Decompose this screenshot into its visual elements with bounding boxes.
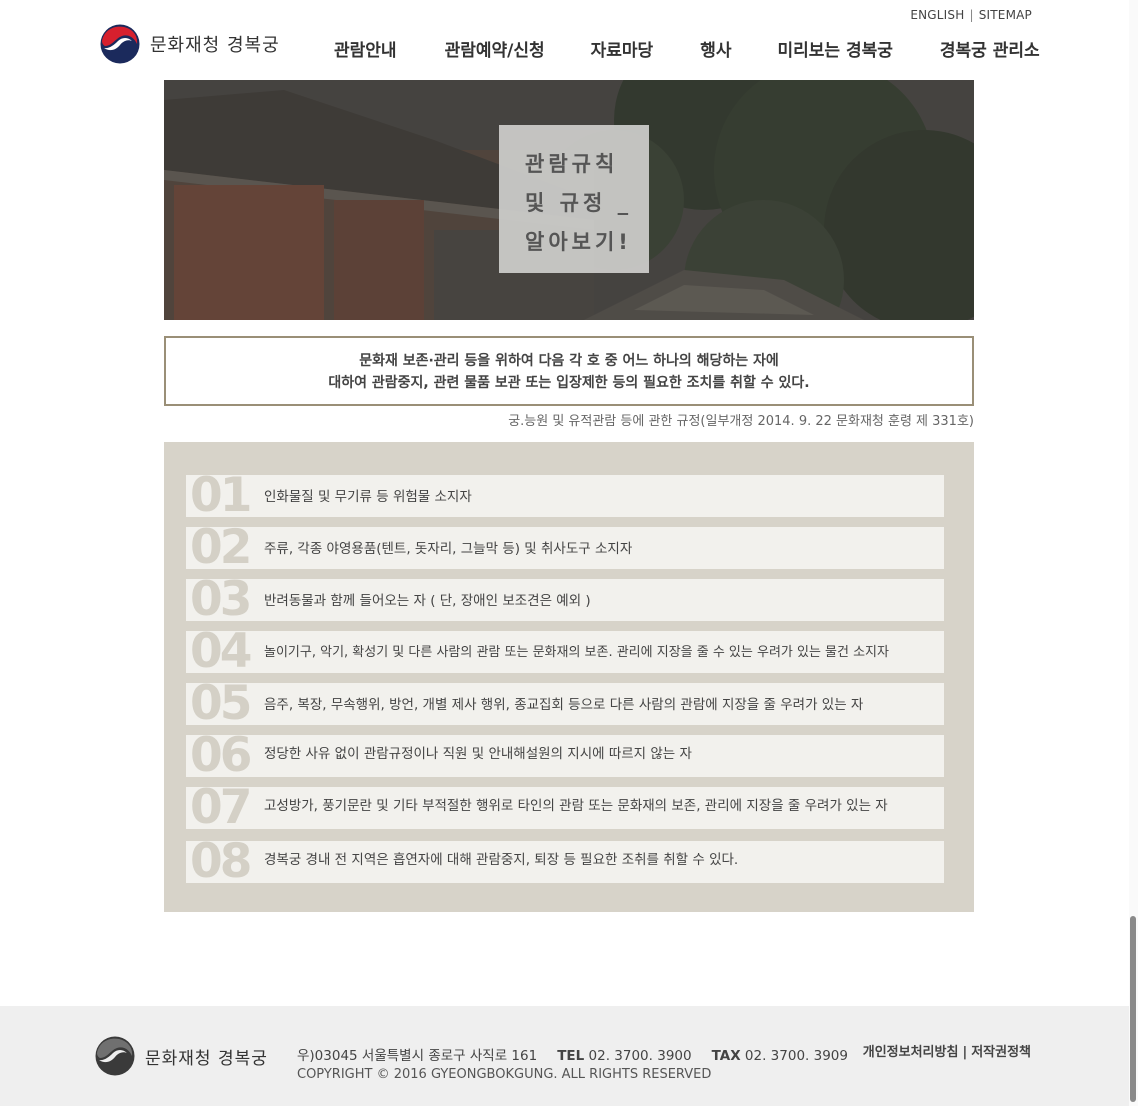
rule-item-1: 01 인화물질 및 무기류 등 위험물 소지자 [186, 471, 944, 521]
rule-text: 반려동물과 함께 들어오는 자 ( 단, 장애인 보조견은 예외 ) [264, 593, 591, 609]
utility-links: ENGLISH | SITEMAP [910, 8, 1032, 22]
rule-item-7: 07 고성방가, 풍기문란 및 기타 부적절한 행위로 타인의 관람 또는 문화… [186, 783, 944, 833]
nav-item-visit-info[interactable]: 관람안내 [334, 36, 397, 61]
site-footer: 문화재청 경복궁 우)03045 서울특별시 종로구 사직로 161 TEL 02… [0, 1006, 1129, 1106]
rule-number: 05 [190, 676, 252, 731]
rule-item-6: 06 정당한 사유 없이 관람규정이나 직원 및 안내해설원의 지시에 따르지 … [186, 731, 944, 781]
rule-item-4: 04 놀이기구, 악기, 확성기 및 다른 사람의 관람 또는 문화재의 보존.… [186, 627, 944, 677]
rule-number: 06 [190, 728, 252, 783]
hero-title-line-2: 및 규정 _ [525, 191, 633, 215]
rule-item-3: 03 반려동물과 함께 들어오는 자 ( 단, 장애인 보조견은 예외 ) [186, 575, 944, 625]
hero-title-line-1: 관람규칙 [525, 152, 619, 176]
nav-item-office[interactable]: 경복궁 관리소 [940, 36, 1040, 61]
tel-number: 02. 3700. 3900 [588, 1048, 692, 1064]
sitemap-link[interactable]: SITEMAP [979, 8, 1032, 22]
footer-logo-text: 문화재청 경복궁 [145, 1048, 268, 1069]
rule-number: 03 [190, 572, 252, 627]
notice-box: 문화재 보존·관리 등을 위하여 다음 각 호 중 어느 하나의 해당하는 자에… [164, 336, 974, 406]
rule-item-2: 02 주류, 각종 야영용품(텐트, 돗자리, 그늘막 등) 및 취사도구 소지… [186, 523, 944, 573]
nav-item-reservation[interactable]: 관람예약/신청 [445, 36, 545, 61]
copyright-policy-link[interactable]: 저작권정책 [971, 1045, 1031, 1060]
notice-line-1: 문화재 보존·관리 등을 위하여 다음 각 호 중 어느 하나의 해당하는 자에 [359, 353, 779, 369]
taegeuk-logo-icon [100, 24, 140, 64]
footer-link-separator: | [962, 1045, 968, 1060]
privacy-policy-link[interactable]: 개인정보처리방침 [863, 1045, 959, 1060]
rule-text: 고성방가, 풍기문란 및 기타 부적절한 행위로 타인의 관람 또는 문화재의 … [264, 798, 888, 814]
nav-item-events[interactable]: 행사 [700, 36, 731, 61]
tel-label: TEL [557, 1048, 585, 1064]
notice-line-2: 대하여 관람중지, 관련 물품 보관 또는 입장제한 등의 필요한 조치를 취할… [328, 375, 810, 391]
page-scrollbar[interactable] [1129, 0, 1138, 1106]
copyright-text: COPYRIGHT © 2016 GYEONGBOKGUNG. ALL RIGH… [297, 1067, 712, 1082]
rule-number: 04 [190, 624, 252, 679]
utility-separator: | [969, 8, 974, 22]
rule-number: 02 [190, 520, 252, 575]
rule-text: 정당한 사유 없이 관람규정이나 직원 및 안내해설원의 지시에 따르지 않는 … [264, 746, 692, 762]
rule-item-8: 08 경복궁 경내 전 지역은 흡연자에 대해 관람중지, 퇴장 등 필요한 조… [186, 837, 944, 887]
hero-banner: 관람규칙 및 규정 _ 알아보기! [164, 80, 974, 320]
hero-title-line-3: 알아보기! [525, 230, 632, 254]
rule-text: 놀이기구, 악기, 확성기 및 다른 사람의 관람 또는 문화재의 보존. 관리… [264, 645, 889, 660]
footer-contact: 우)03045 서울특별시 종로구 사직로 161 TEL 02. 3700. 3… [297, 1044, 848, 1064]
rule-text: 주류, 각종 야영용품(텐트, 돗자리, 그늘막 등) 및 취사도구 소지자 [264, 541, 633, 557]
regulation-source: 궁.능원 및 유적관람 등에 관한 규정(일부개정 2014. 9. 22 문화… [508, 414, 974, 429]
rules-list: 01 인화물질 및 무기류 등 위험물 소지자 02 주류, 각종 야영용품(텐… [164, 442, 974, 912]
scrollbar-thumb[interactable] [1130, 916, 1136, 1102]
rule-text: 인화물질 및 무기류 등 위험물 소지자 [264, 489, 472, 505]
footer-address: 우)03045 서울특별시 종로구 사직로 161 [297, 1048, 538, 1064]
hero-title-box: 관람규칙 및 규정 _ 알아보기! [499, 125, 649, 273]
fax-number: 02. 3700. 3909 [744, 1048, 848, 1064]
site-logo[interactable]: 문화재청 경복궁 [100, 24, 280, 64]
footer-logo[interactable]: 문화재청 경복궁 [95, 1036, 268, 1076]
rule-number: 01 [190, 468, 252, 523]
rule-text: 음주, 복장, 무속행위, 방언, 개별 제사 행위, 종교집회 등으로 다른 … [264, 697, 864, 713]
nav-item-preview[interactable]: 미리보는 경복궁 [777, 36, 892, 61]
english-link[interactable]: ENGLISH [910, 8, 964, 22]
footer-links: 개인정보처리방침 | 저작권정책 [863, 1041, 1031, 1060]
rule-number: 07 [190, 780, 252, 835]
logo-text: 문화재청 경복궁 [150, 35, 280, 56]
main-nav: 관람안내 관람예약/신청 자료마당 행사 미리보는 경복궁 경복궁 관리소 [334, 36, 1040, 61]
rule-number: 08 [190, 834, 252, 889]
nav-item-resources[interactable]: 자료마당 [591, 36, 654, 61]
rule-item-5: 05 음주, 복장, 무속행위, 방언, 개별 제사 행위, 종교집회 등으로 … [186, 679, 944, 729]
taegeuk-logo-icon [95, 1036, 135, 1076]
rule-text: 경복궁 경내 전 지역은 흡연자에 대해 관람중지, 퇴장 등 필요한 조취를 … [264, 852, 739, 868]
fax-label: TAX [711, 1048, 741, 1064]
